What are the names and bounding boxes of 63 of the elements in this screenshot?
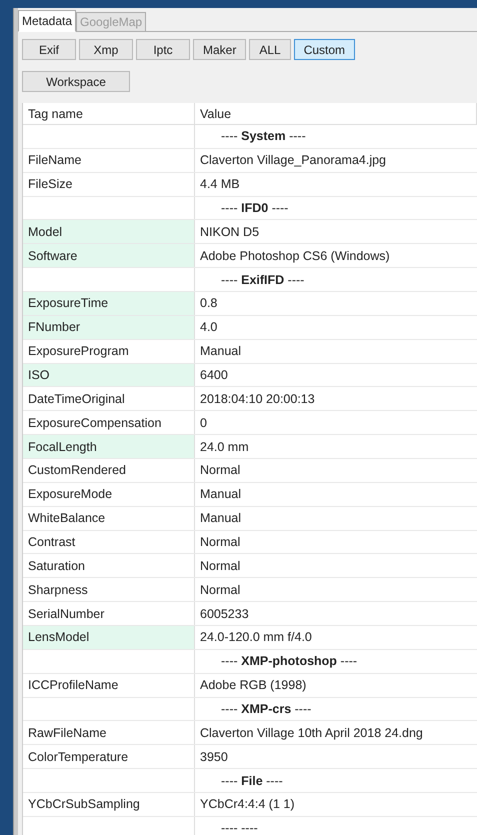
- value-cell-text: Claverton Village_Panorama4.jpg: [199, 152, 387, 170]
- tag-name-cell-text: DateTimeOriginal: [27, 390, 126, 408]
- tag-name-cell-text: WhiteBalance: [27, 510, 106, 528]
- tag-name-cell-text: SerialNumber: [27, 606, 106, 623]
- value-cell-text: 0.8: [199, 295, 218, 312]
- filter-button[interactable]: ALL: [249, 39, 291, 60]
- tag-name-cell: LensModel: [23, 626, 194, 649]
- value-cell-text: Claverton Village 10th April 2018 24.dng: [199, 724, 424, 742]
- value-cell-text: 3950: [199, 748, 229, 766]
- tag-name-cell: FocalLength: [23, 435, 194, 458]
- section-cell-text: ---- ExifIFD ----: [220, 272, 306, 289]
- value-cell-text: Manual: [199, 343, 242, 360]
- tab[interactable]: Metadata: [18, 10, 76, 32]
- tag-name-cell-text: ExposureMode: [27, 486, 114, 504]
- section-cell-text: ---- IFD0 ----: [220, 200, 290, 217]
- tag-name-cell-text: Sharpness: [27, 582, 89, 599]
- value-cell-text: Manual: [199, 510, 242, 528]
- value-cell-text: Normal: [199, 462, 242, 480]
- tag-name-cell-text: ICCProfileName: [27, 677, 120, 694]
- filter-button[interactable]: Iptc: [136, 39, 190, 60]
- value-cell-text: 6400: [199, 367, 229, 384]
- section-cell-text: ---- XMP-crs ----: [220, 701, 312, 718]
- value-cell-text: 24.0 mm: [199, 438, 250, 456]
- value-cell-text: 0: [199, 414, 208, 432]
- section-cell-text: ---- System ----: [220, 128, 307, 146]
- tag-name-cell: ExposureTime: [23, 292, 194, 315]
- tag-name-cell: Model: [23, 220, 194, 244]
- column-header[interactable]: Tag name: [23, 103, 195, 124]
- tag-name-cell-text: ColorTemperature: [27, 748, 130, 766]
- section-cell-text: ---- ----: [220, 820, 259, 835]
- tag-name-cell: ISO: [23, 364, 194, 386]
- tag-name-cell-text: Contrast: [27, 534, 76, 552]
- tag-name-cell: FNumber: [23, 316, 194, 339]
- column-header[interactable]: Value: [195, 103, 477, 124]
- value-cell-text: Manual: [199, 486, 242, 504]
- filter-button[interactable]: Maker: [193, 39, 246, 60]
- tag-name-cell-text: ExposureCompensation: [27, 414, 162, 432]
- filter-button[interactable]: Xmp: [79, 39, 133, 60]
- tag-name-cell-text: FileSize: [27, 176, 74, 194]
- tag-name-cell-text: RawFileName: [27, 724, 108, 742]
- value-cell-text: Adobe RGB (1998): [199, 677, 308, 694]
- value-cell-text: NIKON D5: [199, 224, 260, 241]
- value-cell-text: Normal: [199, 534, 242, 552]
- section-cell-text: ---- File ----: [220, 772, 284, 790]
- tag-name-cell-text: Saturation: [27, 558, 86, 575]
- tag-name-cell-text: CustomRendered: [27, 462, 127, 480]
- value-cell-text: 4.0: [199, 319, 218, 336]
- workspace-button[interactable]: Workspace: [22, 71, 130, 92]
- tag-name-cell: Software: [23, 244, 194, 268]
- filter-button[interactable]: Custom: [294, 39, 356, 60]
- section-cell-text: ---- XMP-photoshop ----: [220, 653, 358, 670]
- tag-name-cell-text: FileName: [27, 152, 82, 170]
- tag-name-cell-text: YCbCrSubSampling: [27, 796, 141, 814]
- value-cell-text: YCbCr4:4:4 (1 1): [199, 796, 296, 814]
- value-cell-text: 24.0-120.0 mm f/4.0: [199, 629, 313, 646]
- value-cell-text: 4.4 MB: [199, 176, 241, 194]
- tag-name-cell-text: ExposureProgram: [27, 343, 130, 360]
- value-cell-text: 6005233: [199, 606, 250, 623]
- value-cell-text: Adobe Photoshop CS6 (Windows): [199, 248, 391, 265]
- value-cell-text: Normal: [199, 558, 242, 575]
- value-cell-text: Normal: [199, 582, 242, 599]
- value-cell-text: 2018:04:10 20:00:13: [199, 390, 316, 408]
- filter-button[interactable]: Exif: [22, 39, 76, 60]
